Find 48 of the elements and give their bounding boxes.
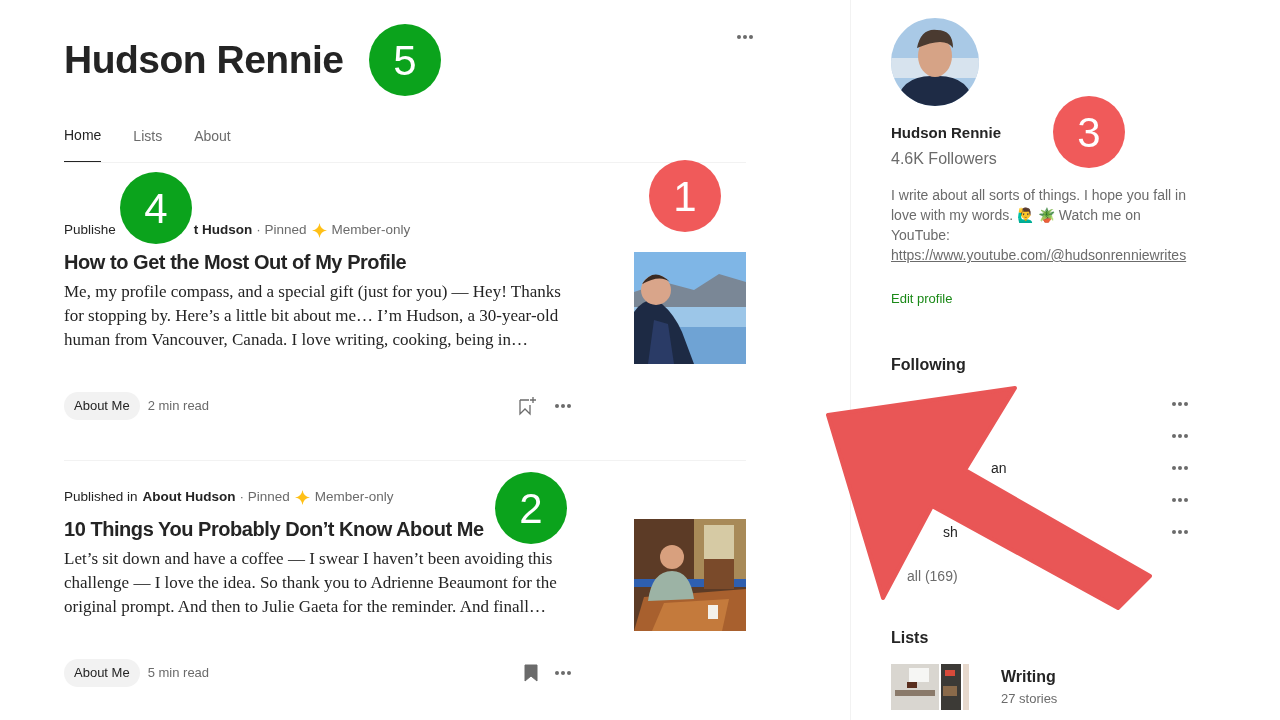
more-options-icon[interactable] (1171, 529, 1189, 535)
sparkle-icon (294, 489, 310, 505)
story-count: 27 stories (1001, 690, 1058, 709)
read-time: 2 min read (147, 397, 210, 416)
member-label: Member-only (314, 488, 394, 506)
list-title[interactable]: Writing (1001, 665, 1058, 690)
tab[interactable]: Home (64, 125, 102, 162)
more-options-icon[interactable] (1171, 401, 1189, 407)
publication-link[interactable]: t Hudson (193, 220, 253, 240)
edit-profile-link[interactable]: Edit profile (891, 289, 953, 309)
post-excerpt: Let’s sit down and have a coffee — I swear I haven’t been avoiding this challenge — I love the idea. So thank you to Adrienne Beaumont for the original prompt. And then to Julie Gaeta for the reminder. And finall… (64, 548, 558, 618)
step-marker: 5 (369, 24, 441, 96)
step-marker: 4 (120, 172, 192, 244)
read-time: 5 min read (147, 664, 210, 683)
profile-name: Hudson Rennie (64, 38, 344, 82)
step-marker: 1 (649, 160, 721, 232)
author-name: Hudson Rennie (891, 123, 1001, 143)
bio-text: I write about all sorts of things. I hope you fall in love with my words. 🙋‍♂ 🪴 Watch me on YouTube: https://www.youtube.com/@hudsonrenniewrites (891, 186, 1188, 265)
publisher-label: Publishe (64, 221, 116, 239)
step-marker: 3 (1053, 96, 1125, 168)
pinned-label: · Pinned (239, 488, 290, 506)
saved-bookmark-icon[interactable] (524, 664, 538, 682)
post-excerpt: Me, my profile compass, and a special gift (just for you) — Hey! Thanks for stopping by. Here’s a little bit about me… I’m Hudson, a 30-year-old human from Vancouver, Canada. I love writing, cooking, being in… (64, 281, 562, 351)
following-name[interactable]: an (991, 457, 1007, 479)
step-marker: 2 (495, 472, 567, 544)
topic-tag[interactable]: About Me (64, 392, 140, 420)
member-label: Member-only (331, 221, 411, 239)
post-title[interactable]: How to Get the Most Out of My Profile (64, 248, 407, 276)
tab[interactable]: About (194, 125, 231, 162)
section-heading: Lists (891, 628, 930, 648)
section-heading: Following (891, 355, 967, 375)
following-name[interactable]: sh (943, 521, 958, 543)
topic-tag[interactable]: About Me (64, 659, 140, 687)
more-options-icon[interactable] (554, 670, 572, 676)
more-options-icon[interactable] (1171, 497, 1189, 503)
post-title[interactable]: 10 Things You Probably Don’t Know About Me (64, 515, 484, 543)
tab[interactable]: Lists (133, 125, 163, 162)
see-all-link[interactable]: all (169) (907, 566, 958, 587)
publication-link[interactable]: About Hudson (142, 487, 236, 507)
bookmark-add-icon[interactable] (518, 396, 538, 416)
more-options-icon[interactable] (1171, 465, 1189, 471)
more-options-icon[interactable] (736, 34, 754, 40)
sparkle-icon (311, 222, 327, 238)
more-options-icon[interactable] (554, 403, 572, 409)
publisher-label: Published in (64, 488, 138, 506)
pinned-label: · Pinned (256, 221, 307, 239)
more-options-icon[interactable] (1171, 433, 1189, 439)
youtube-link[interactable]: https://www.youtube.com/@hudsonrenniewrites (891, 247, 1187, 263)
